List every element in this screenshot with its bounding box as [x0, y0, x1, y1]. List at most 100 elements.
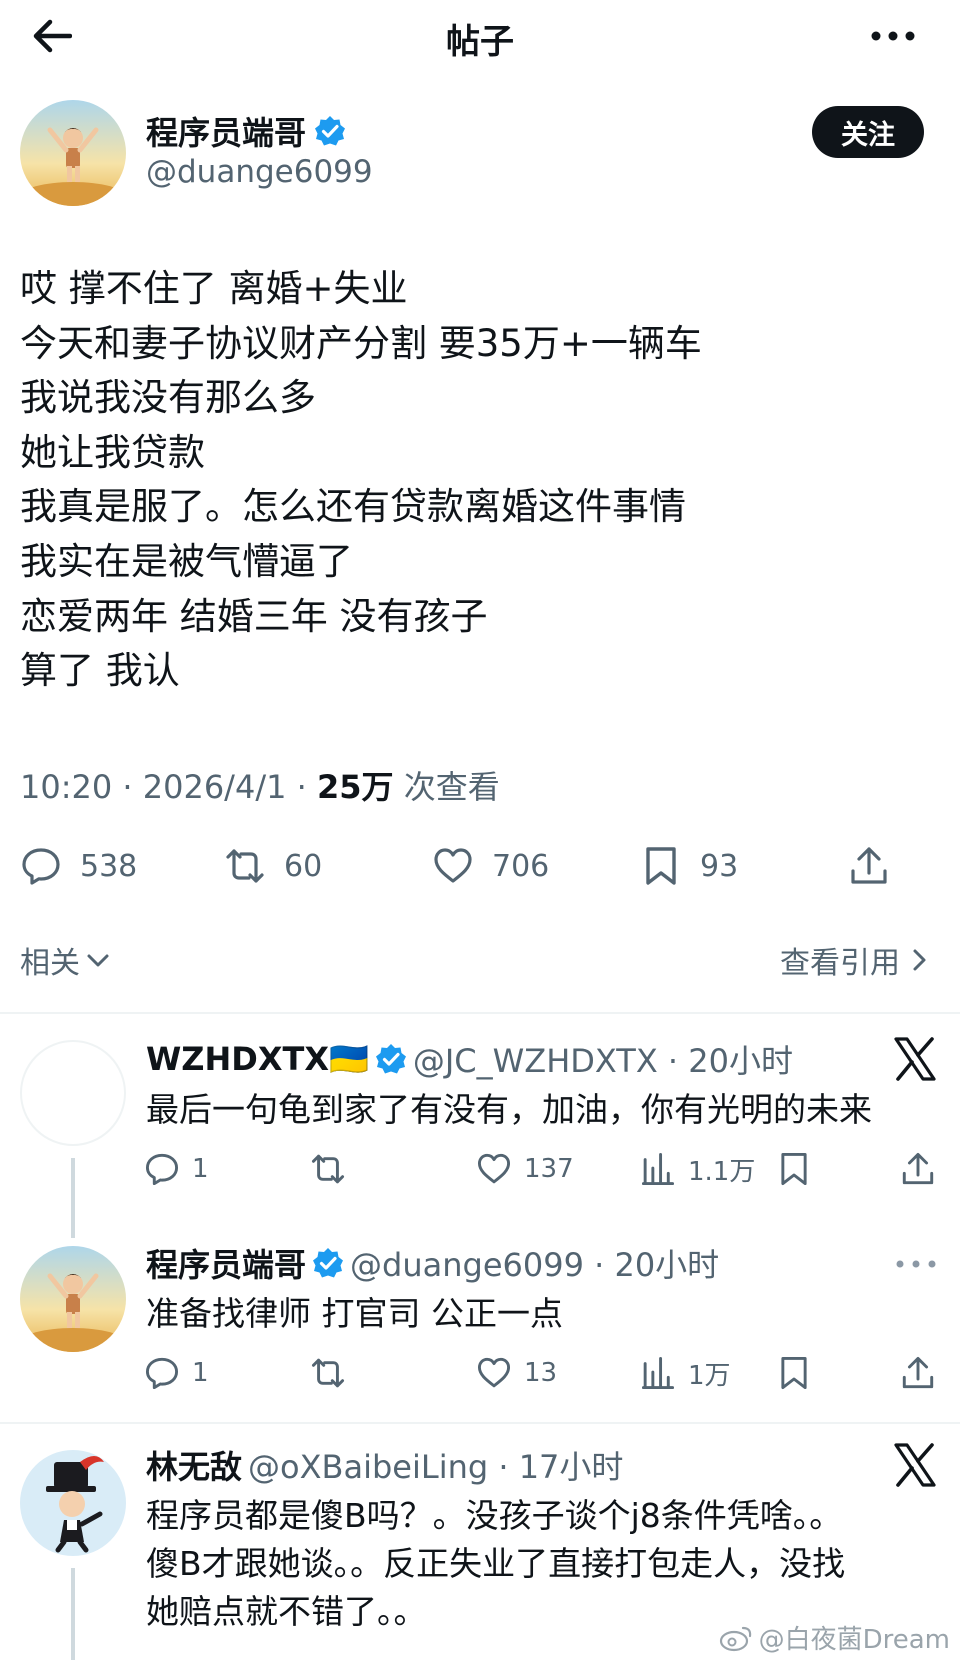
verified-badge-icon: [375, 1044, 406, 1074]
analytics-bars-icon: [641, 1356, 675, 1390]
repost-icon: [311, 1154, 345, 1184]
share-icon: [902, 1152, 934, 1185]
reply-count: 538: [80, 848, 138, 884]
views-count: 1万: [688, 1360, 731, 1391]
like-count: 706: [492, 848, 550, 884]
author-name: 程序员端哥: [146, 114, 307, 152]
thread-line: [71, 1568, 75, 1660]
heart-icon: [477, 1153, 511, 1184]
analytics-bars-icon: [641, 1152, 675, 1186]
divider: [0, 1012, 960, 1014]
bookmark-button[interactable]: 93: [640, 836, 738, 896]
reply-count: 1: [192, 1358, 209, 1388]
page-title: 帖子: [446, 22, 514, 62]
share-button[interactable]: [900, 1348, 936, 1398]
thread-line: [71, 1158, 75, 1238]
bookmark-button[interactable]: [776, 1348, 812, 1398]
view-quotes-link[interactable]: 查看引用: [780, 938, 930, 982]
x-logo-icon: [894, 1037, 936, 1081]
reply-handle-time[interactable]: @duange6099 · 20小时: [350, 1240, 719, 1286]
heart-icon: [434, 848, 472, 883]
sort-related-dropdown[interactable]: 相关: [20, 938, 112, 982]
share-icon: [851, 847, 887, 884]
reply-bubble-icon: [145, 1153, 179, 1186]
reply-author-name[interactable]: 林无敌: [146, 1442, 242, 1488]
like-button[interactable]: 137: [476, 1144, 574, 1194]
author-name-row[interactable]: 程序员端哥: [146, 108, 346, 154]
watermark: @白夜菌Dream: [719, 1619, 950, 1656]
reply-header: 林无敌 @oXBaibeiLing · 17小时: [146, 1442, 623, 1488]
share-icon: [902, 1356, 934, 1389]
heart-icon: [477, 1357, 511, 1388]
reply-text-line: 她赔点就不错了。。: [146, 1592, 427, 1631]
reply-button[interactable]: 1: [144, 1144, 209, 1194]
views-count: 25万: [316, 768, 394, 806]
reply-header: 程序员端哥 @duange6099 · 20小时: [146, 1240, 719, 1286]
share-button[interactable]: [848, 836, 890, 896]
post-text: 哎 撑不住了 离婚+失业 今天和妻子协议财产分割 要35万+一辆车 我说我没有那…: [20, 262, 940, 699]
reply-button[interactable]: 1: [144, 1348, 209, 1398]
view-quotes-label: 查看引用: [780, 946, 900, 981]
weibo-logo-icon: [719, 1626, 751, 1651]
reply-avatar[interactable]: [20, 1040, 126, 1146]
like-count: 13: [524, 1358, 558, 1388]
bookmark-icon: [646, 847, 676, 885]
bookmark-icon: [781, 1356, 807, 1390]
post-line: 她让我贷款: [20, 430, 205, 474]
repost-icon: [226, 849, 264, 883]
post-action-bar: 538 60 706 93: [0, 836, 960, 896]
verified-badge-icon: [315, 116, 346, 146]
repost-count: 60: [284, 848, 323, 884]
post-line: 我真是服了。怎么还有贷款离婚这件事情: [20, 485, 686, 529]
repost-button[interactable]: [310, 1348, 346, 1398]
avatar-image-icon: [20, 1450, 126, 1556]
x-logo-icon: [894, 1443, 936, 1487]
reply-bubble-icon: [145, 1357, 179, 1390]
author-handle[interactable]: @duange6099: [146, 154, 373, 190]
avatar-image-icon: [20, 100, 126, 206]
views-button[interactable]: 1.1万: [640, 1144, 755, 1194]
divider: [0, 1422, 960, 1424]
reply-header: WZHDXTX🇺🇦 @JC_WZHDXTX · 20小时: [146, 1036, 793, 1082]
reply-handle-time[interactable]: @oXBaibeiLing · 17小时: [248, 1442, 623, 1488]
more-dots-icon[interactable]: [894, 1254, 938, 1274]
reply-avatar[interactable]: [20, 1246, 126, 1352]
follow-button[interactable]: 关注: [812, 106, 924, 158]
more-options-button[interactable]: [868, 18, 918, 54]
post-timestamp[interactable]: 10:20 · 2026/4/1 ·: [20, 768, 317, 806]
like-button[interactable]: 706: [432, 836, 549, 896]
bookmark-button[interactable]: [776, 1144, 812, 1194]
reply-author-name[interactable]: WZHDXTX🇺🇦: [146, 1040, 369, 1078]
watermark-text: @白夜菌Dream: [758, 1625, 950, 1655]
repost-button[interactable]: 60: [224, 836, 322, 896]
reply-bubble-icon: [22, 848, 60, 885]
avatar-image-icon: [20, 1246, 126, 1352]
reply-button[interactable]: 538: [20, 836, 137, 896]
reply-text: 最后一句龟到家了有没有，加油，你有光明的未来: [146, 1090, 872, 1129]
post-line: 哎 撑不住了 离婚+失业: [20, 267, 408, 310]
views-button[interactable]: 1万: [640, 1348, 731, 1398]
post-line: 恋爱两年 结婚三年 没有孩子: [20, 594, 488, 638]
bookmark-icon: [781, 1152, 807, 1186]
post-line: 我说我没有那么多: [20, 376, 316, 420]
post-line: 算了 我认: [20, 649, 180, 693]
reply-handle-time[interactable]: @JC_WZHDXTX · 20小时: [413, 1036, 793, 1082]
reply-author-name[interactable]: 程序员端哥: [146, 1240, 306, 1286]
chevron-right-icon: [913, 949, 926, 971]
reply-text: 准备找律师 打官司 公正一点: [146, 1294, 563, 1333]
author-avatar[interactable]: [20, 100, 126, 206]
verified-badge-icon: [313, 1248, 344, 1278]
share-button[interactable]: [900, 1144, 936, 1194]
like-count: 137: [524, 1154, 574, 1184]
more-dots-icon: [871, 31, 915, 41]
post-line: 我实在是被气懵逼了: [20, 539, 353, 583]
post-metadata: 10:20 · 2026/4/1 · 25万 次查看: [20, 762, 500, 808]
reply-text-line: 程序员都是傻B吗？。没孩子谈个j8条件凭啥。。: [146, 1496, 843, 1535]
repost-icon: [311, 1358, 345, 1388]
like-button[interactable]: 13: [476, 1348, 557, 1398]
repost-button[interactable]: [310, 1144, 346, 1194]
views-count: 1.1万: [688, 1156, 756, 1187]
reply-avatar[interactable]: [20, 1450, 126, 1556]
reply-text-line: 傻B才跟她谈。。反正失业了直接打包走人，没找: [146, 1544, 846, 1583]
top-bar: 帖子: [0, 0, 960, 72]
